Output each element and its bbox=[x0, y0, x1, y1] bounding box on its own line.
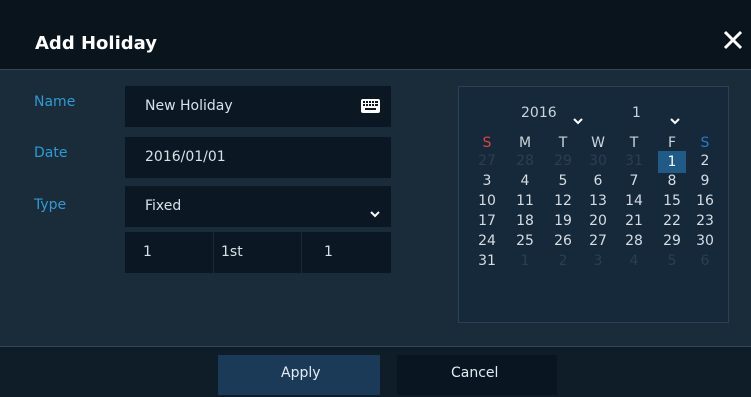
calendar-day[interactable]: 30 bbox=[691, 233, 719, 249]
calendar-day[interactable]: 5 bbox=[658, 253, 686, 269]
calendar-day[interactable]: 18 bbox=[511, 213, 539, 229]
calendar-day[interactable]: 6 bbox=[691, 253, 719, 269]
cancel-button[interactable]: Cancel bbox=[397, 355, 557, 395]
date-value: 2016/01/01 bbox=[145, 149, 226, 165]
weekday-thu: T bbox=[629, 135, 639, 151]
apply-button[interactable]: Apply bbox=[218, 355, 380, 395]
calendar-day[interactable]: 28 bbox=[620, 233, 648, 249]
calendar-day[interactable]: 12 bbox=[549, 193, 577, 209]
occurrence-value-2: 1st bbox=[221, 244, 243, 260]
calendar-day[interactable]: 31 bbox=[620, 153, 648, 169]
calendar-day[interactable]: 2 bbox=[549, 253, 577, 269]
occurrence-field-1[interactable]: 1 bbox=[125, 232, 213, 273]
occurrence-field-3[interactable]: 1 bbox=[302, 232, 391, 273]
name-value: New Holiday bbox=[145, 98, 233, 114]
calendar-day[interactable]: 23 bbox=[691, 213, 719, 229]
calendar-day[interactable]: 13 bbox=[584, 193, 612, 209]
calendar-day[interactable]: 10 bbox=[473, 193, 501, 209]
chevron-down-icon[interactable] bbox=[573, 110, 583, 125]
calendar-day[interactable]: 1 bbox=[511, 253, 539, 269]
calendar-day[interactable]: 17 bbox=[473, 213, 501, 229]
calendar-day[interactable]: 30 bbox=[584, 153, 612, 169]
calendar-day[interactable]: 28 bbox=[511, 153, 539, 169]
calendar-day[interactable]: 7 bbox=[620, 173, 648, 189]
weekday-wed: W bbox=[591, 135, 605, 151]
calendar: 2016 1 S M T W T F S 27 28 29 30 31 1 2 … bbox=[458, 86, 729, 323]
calendar-day[interactable]: 15 bbox=[658, 193, 686, 209]
calendar-day[interactable]: 16 bbox=[691, 193, 719, 209]
type-value: Fixed bbox=[145, 198, 182, 214]
cancel-label: Cancel bbox=[451, 365, 499, 381]
chevron-down-icon[interactable] bbox=[370, 203, 380, 218]
calendar-day[interactable]: 29 bbox=[658, 233, 686, 249]
weekday-sun: S bbox=[482, 135, 492, 151]
calendar-day[interactable]: 19 bbox=[549, 213, 577, 229]
calendar-day[interactable]: 4 bbox=[511, 173, 539, 189]
calendar-day[interactable]: 24 bbox=[473, 233, 501, 249]
weekday-fri: F bbox=[667, 135, 677, 151]
calendar-day[interactable]: 3 bbox=[584, 253, 612, 269]
calendar-day[interactable]: 27 bbox=[584, 233, 612, 249]
weekday-sat: S bbox=[700, 135, 710, 151]
calendar-day[interactable]: 27 bbox=[473, 153, 501, 169]
calendar-day[interactable]: 5 bbox=[549, 173, 577, 189]
name-label: Name bbox=[34, 94, 76, 110]
type-select[interactable]: Fixed bbox=[125, 186, 391, 227]
dialog-title: Add Holiday bbox=[35, 33, 157, 54]
date-label: Date bbox=[34, 145, 68, 161]
calendar-day[interactable]: 8 bbox=[658, 173, 686, 189]
keyboard-icon[interactable] bbox=[361, 98, 380, 113]
calendar-day[interactable]: 21 bbox=[620, 213, 648, 229]
calendar-day[interactable]: 11 bbox=[511, 193, 539, 209]
occurrence-value-1: 1 bbox=[143, 244, 152, 260]
weekday-mon: M bbox=[518, 135, 532, 151]
calendar-day[interactable]: 31 bbox=[473, 253, 501, 269]
calendar-day[interactable]: 4 bbox=[620, 253, 648, 269]
calendar-day[interactable]: 26 bbox=[549, 233, 577, 249]
month-select[interactable]: 1 bbox=[632, 105, 641, 121]
weekday-tue: T bbox=[558, 135, 568, 151]
calendar-day[interactable]: 22 bbox=[658, 213, 686, 229]
calendar-day[interactable]: 29 bbox=[549, 153, 577, 169]
name-field[interactable]: New Holiday bbox=[125, 86, 391, 127]
year-select[interactable]: 2016 bbox=[521, 105, 557, 121]
calendar-day-selected[interactable]: 1 bbox=[658, 151, 686, 173]
calendar-day[interactable]: 25 bbox=[511, 233, 539, 249]
apply-label: Apply bbox=[281, 365, 321, 381]
occurrence-field-2[interactable]: 1st bbox=[214, 232, 301, 273]
type-label: Type bbox=[34, 197, 67, 213]
calendar-day[interactable]: 9 bbox=[691, 173, 719, 189]
chevron-down-icon[interactable] bbox=[670, 110, 680, 125]
calendar-day[interactable]: 2 bbox=[691, 153, 719, 169]
calendar-day[interactable]: 20 bbox=[584, 213, 612, 229]
calendar-day[interactable]: 3 bbox=[473, 173, 501, 189]
close-icon[interactable] bbox=[721, 28, 745, 52]
title-bar: Add Holiday bbox=[0, 0, 751, 70]
add-holiday-dialog: Add Holiday Name New Holiday Date 2016/0… bbox=[0, 0, 751, 397]
calendar-day[interactable]: 14 bbox=[620, 193, 648, 209]
occurrence-value-3: 1 bbox=[324, 244, 333, 260]
calendar-day[interactable]: 6 bbox=[584, 173, 612, 189]
date-field[interactable]: 2016/01/01 bbox=[125, 137, 391, 178]
